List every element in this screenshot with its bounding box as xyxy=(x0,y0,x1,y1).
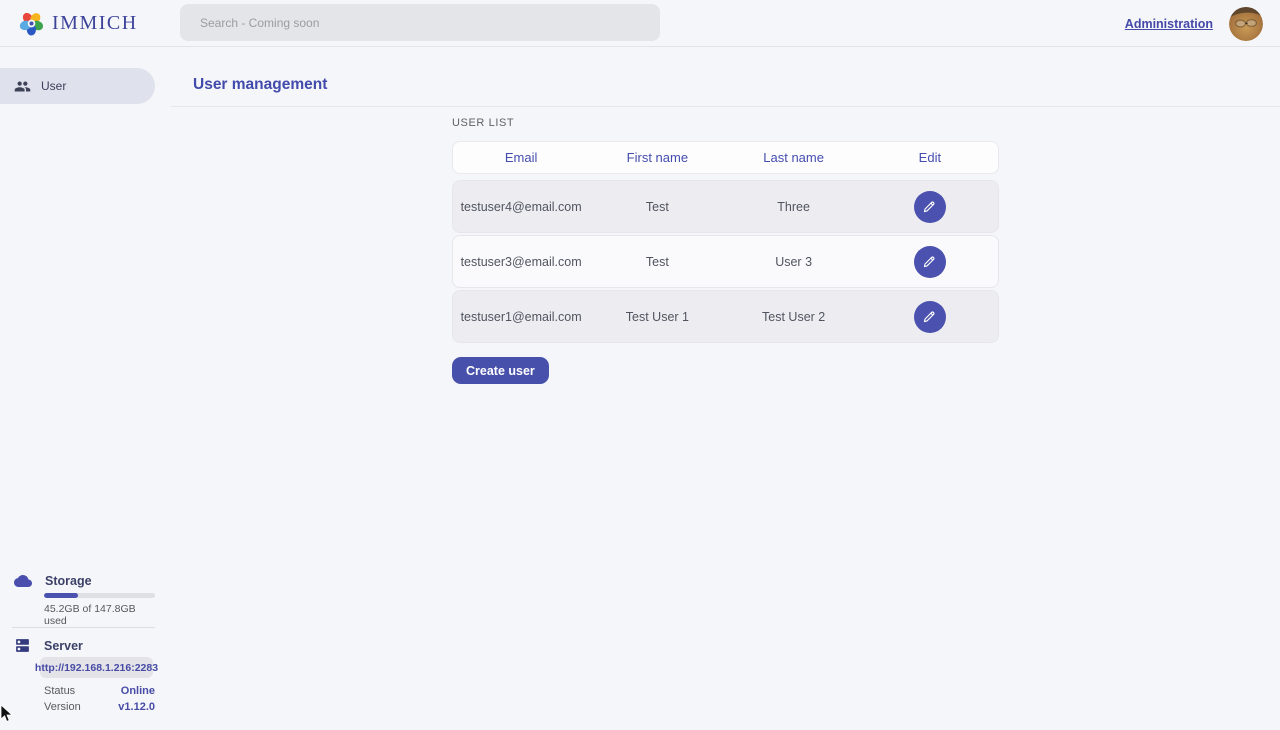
cell-first-name: Test xyxy=(589,255,725,269)
status-value: Online xyxy=(121,685,155,697)
user-list-label: USER LIST xyxy=(452,117,514,129)
cell-first-name: Test User 1 xyxy=(589,310,725,324)
pencil-icon xyxy=(922,254,937,269)
mouse-cursor xyxy=(0,705,14,728)
edit-user-button[interactable] xyxy=(914,301,946,333)
cell-last-name: User 3 xyxy=(726,255,862,269)
table-row: testuser1@email.com Test User 1 Test Use… xyxy=(452,290,999,343)
administration-link[interactable]: Administration xyxy=(1125,17,1213,31)
pencil-icon xyxy=(922,199,937,214)
app-header: IMMICH Administration xyxy=(0,0,1280,47)
cell-email: testuser3@email.com xyxy=(453,255,589,269)
table-body: testuser4@email.com Test Three testuser3… xyxy=(452,180,999,343)
pencil-icon xyxy=(922,309,937,324)
search-input[interactable] xyxy=(180,4,660,41)
search-bar xyxy=(180,4,660,41)
storage-title: Storage xyxy=(45,574,92,588)
sidebar: User Storage 45.2GB of 147.8GB used Serv… xyxy=(0,47,155,730)
table-row: testuser4@email.com Test Three xyxy=(452,180,999,233)
storage-progress-bar xyxy=(44,593,155,598)
column-header-edit: Edit xyxy=(862,150,998,165)
users-icon xyxy=(14,78,31,95)
cell-first-name: Test xyxy=(589,200,725,214)
page-title: User management xyxy=(193,76,327,94)
sidebar-divider xyxy=(12,627,155,628)
edit-user-button[interactable] xyxy=(914,246,946,278)
storage-progress-fill xyxy=(44,593,78,598)
user-table: Email First name Last name Edit testuser… xyxy=(452,141,999,345)
column-header-last-name: Last name xyxy=(726,150,862,165)
column-header-first-name: First name xyxy=(589,150,725,165)
cloud-icon xyxy=(14,574,32,588)
title-divider xyxy=(171,106,1280,107)
version-label: Version xyxy=(44,701,81,713)
server-icon xyxy=(14,637,31,654)
storage-usage-text: 45.2GB of 147.8GB used xyxy=(44,603,155,627)
column-header-email: Email xyxy=(453,150,589,165)
app-title: IMMICH xyxy=(52,12,138,35)
table-row: testuser3@email.com Test User 3 xyxy=(452,235,999,288)
edit-user-button[interactable] xyxy=(914,191,946,223)
server-url: http://192.168.1.216:2283 xyxy=(40,657,153,678)
cell-email: testuser4@email.com xyxy=(453,200,589,214)
cell-last-name: Test User 2 xyxy=(726,310,862,324)
cell-email: testuser1@email.com xyxy=(453,310,589,324)
app-logo[interactable]: IMMICH xyxy=(18,10,138,37)
sidebar-item-label: User xyxy=(41,79,66,93)
create-user-button[interactable]: Create user xyxy=(452,357,549,384)
immich-flower-icon xyxy=(18,10,45,37)
status-label: Status xyxy=(44,685,75,697)
sidebar-item-user[interactable]: User xyxy=(0,68,155,104)
version-value: v1.12.0 xyxy=(118,701,155,713)
cell-last-name: Three xyxy=(726,200,862,214)
table-header-row: Email First name Last name Edit xyxy=(452,141,999,174)
user-avatar[interactable] xyxy=(1229,7,1263,41)
server-title: Server xyxy=(44,639,83,653)
